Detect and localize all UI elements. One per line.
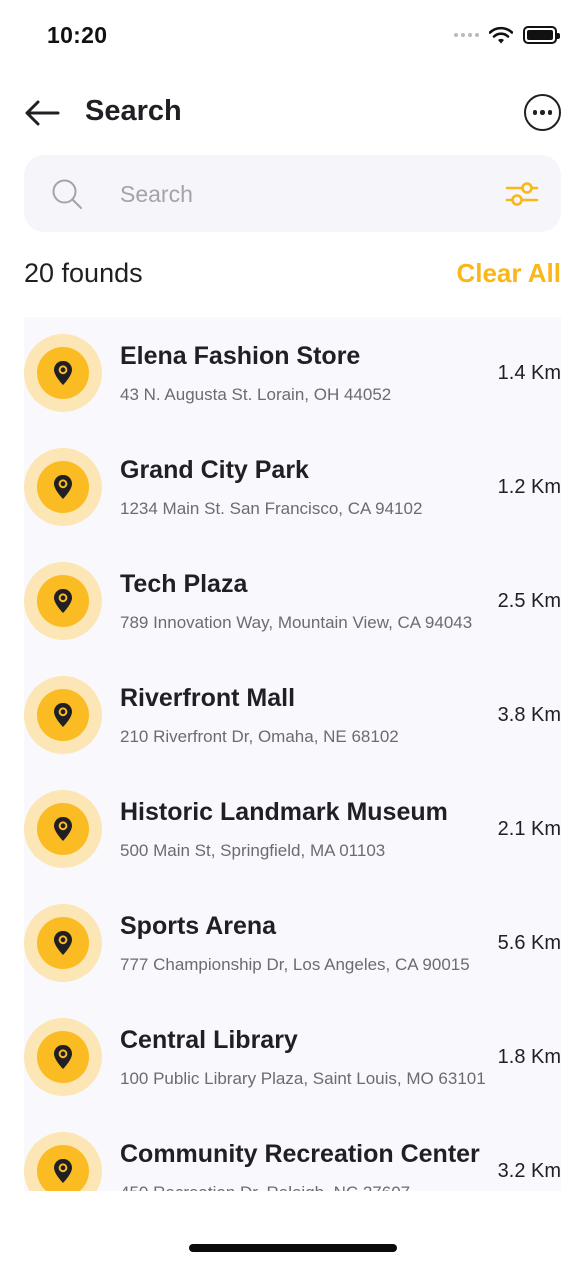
- place-pin-badge: [24, 1132, 102, 1191]
- cellular-signal-icon: [454, 33, 479, 37]
- place-list-item[interactable]: Elena Fashion Store 43 N. Augusta St. Lor…: [24, 317, 561, 431]
- place-list-item[interactable]: Grand City Park 1234 Main St. San Francis…: [24, 431, 561, 545]
- place-pin-badge: [24, 562, 102, 640]
- status-bar: 10:20: [0, 0, 585, 74]
- more-dot-icon: [540, 110, 545, 115]
- filter-sliders-icon[interactable]: [505, 177, 539, 211]
- back-button[interactable]: [22, 94, 62, 132]
- place-distance: 3.8 Km: [497, 704, 561, 726]
- more-dot-icon: [547, 110, 553, 115]
- map-pin-icon: [54, 589, 72, 613]
- place-pin-badge: [24, 790, 102, 868]
- place-list-item[interactable]: Tech Plaza 789 Innovation Way, Mountain V…: [24, 545, 561, 659]
- home-indicator[interactable]: [189, 1244, 397, 1252]
- map-pin-icon: [54, 1045, 72, 1069]
- search-bar: [24, 155, 561, 232]
- search-input[interactable]: [120, 173, 500, 215]
- place-pin-inner: [37, 917, 89, 969]
- place-pin-badge: [24, 334, 102, 412]
- place-distance: 3.2 Km: [497, 1160, 561, 1182]
- place-list-item[interactable]: Community Recreation Center 450 Recreatio…: [24, 1115, 561, 1191]
- place-pin-inner: [37, 575, 89, 627]
- place-pin-inner: [37, 1145, 89, 1191]
- map-pin-icon: [54, 931, 72, 955]
- place-address: 1234 Main St. San Francisco, CA 94102: [120, 499, 423, 518]
- place-name: Sports Arena: [120, 912, 277, 940]
- place-pin-inner: [37, 803, 89, 855]
- status-time: 10:20: [47, 22, 108, 48]
- place-list-item[interactable]: Central Library 100 Public Library Plaza,…: [24, 1001, 561, 1115]
- map-pin-icon: [54, 475, 72, 499]
- place-name: Community Recreation Center: [120, 1140, 480, 1168]
- place-pin-inner: [37, 347, 89, 399]
- place-name: Tech Plaza: [120, 570, 248, 598]
- place-address: 450 Recreation Dr, Raleigh, NC 27607: [120, 1183, 410, 1191]
- arrow-left-icon: [25, 100, 60, 126]
- place-distance: 5.6 Km: [497, 932, 561, 954]
- place-distance: 2.1 Km: [497, 818, 561, 840]
- place-list-item[interactable]: Riverfront Mall 210 Riverfront Dr, Omaha,…: [24, 659, 561, 773]
- place-pin-badge: [24, 904, 102, 982]
- place-address: 500 Main St, Springfield, MA 01103: [120, 841, 386, 860]
- more-options-button[interactable]: [524, 94, 561, 131]
- place-distance: 1.4 Km: [497, 362, 561, 384]
- place-address: 210 Riverfront Dr, Omaha, NE 68102: [120, 727, 399, 746]
- map-pin-icon: [54, 817, 72, 841]
- status-icons: [454, 26, 560, 44]
- map-pin-icon: [54, 1159, 72, 1183]
- more-dot-icon: [532, 110, 538, 115]
- place-name: Central Library: [120, 1026, 298, 1054]
- place-pin-badge: [24, 1018, 102, 1096]
- place-name: Riverfront Mall: [120, 684, 296, 712]
- place-name: Elena Fashion Store: [120, 342, 361, 370]
- place-distance: 1.8 Km: [497, 1046, 561, 1068]
- place-list-item[interactable]: Sports Arena 777 Championship Dr, Los Ang…: [24, 887, 561, 1001]
- place-name: Grand City Park: [120, 456, 309, 484]
- wifi-icon: [489, 26, 513, 44]
- place-distance: 2.5 Km: [497, 590, 561, 612]
- place-list-item[interactable]: Historic Landmark Museum 500 Main St, Spr…: [24, 773, 561, 887]
- place-pin-badge: [24, 676, 102, 754]
- map-pin-icon: [54, 703, 72, 727]
- map-pin-icon: [54, 361, 72, 385]
- results-list: Elena Fashion Store 43 N. Augusta St. Lor…: [24, 317, 561, 1191]
- place-pin-badge: [24, 448, 102, 526]
- page-title: Search: [85, 95, 182, 127]
- battery-icon: [523, 26, 560, 44]
- place-pin-inner: [37, 461, 89, 513]
- place-pin-inner: [37, 1031, 89, 1083]
- place-pin-inner: [37, 689, 89, 741]
- search-screen: 10:20 Search Search 20 founds Clear All …: [0, 0, 585, 1266]
- search-icon: [52, 179, 82, 209]
- header: Search: [0, 80, 585, 146]
- place-address: 789 Innovation Way, Mountain View, CA 94…: [120, 613, 473, 632]
- place-distance: 1.2 Km: [497, 476, 561, 498]
- place-address: 777 Championship Dr, Los Angeles, CA 900…: [120, 955, 470, 974]
- place-address: 100 Public Library Plaza, Saint Louis, M…: [120, 1069, 486, 1088]
- clear-all-button[interactable]: Clear All: [456, 258, 561, 289]
- place-name: Historic Landmark Museum: [120, 798, 448, 826]
- results-count: 20 founds: [24, 258, 143, 288]
- place-address: 43 N. Augusta St. Lorain, OH 44052: [120, 385, 392, 404]
